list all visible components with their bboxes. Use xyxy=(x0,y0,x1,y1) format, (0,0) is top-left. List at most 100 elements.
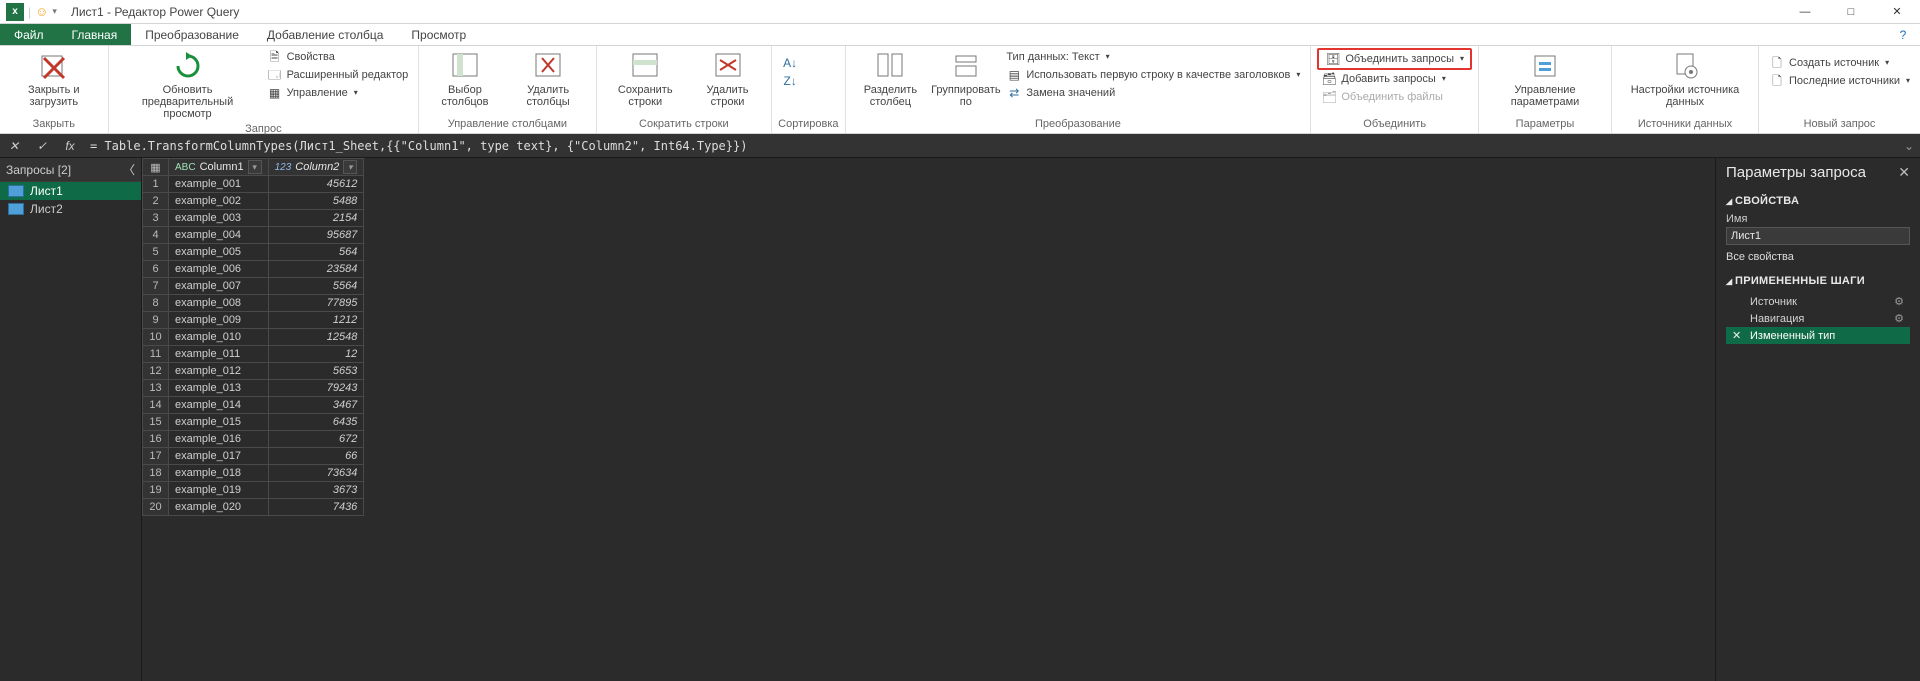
table-row[interactable]: 7example_0075564 xyxy=(143,278,364,295)
cell-c1[interactable]: example_015 xyxy=(169,414,269,431)
tab-file[interactable]: Файл xyxy=(0,24,58,45)
cell-c1[interactable]: example_009 xyxy=(169,312,269,329)
cell-c1[interactable]: example_003 xyxy=(169,210,269,227)
cell-c2[interactable]: 672 xyxy=(268,431,364,448)
table-row[interactable]: 8example_00877895 xyxy=(143,295,364,312)
tab-view[interactable]: Просмотр xyxy=(397,24,480,45)
formula-expand-button[interactable]: ⌄ xyxy=(1898,139,1920,153)
column-header-1[interactable]: ABCColumn1▾ xyxy=(169,159,269,176)
new-source-button[interactable]: 🗋Создать источник▾ xyxy=(1765,54,1914,72)
row-number[interactable]: 17 xyxy=(143,448,169,465)
cell-c1[interactable]: example_013 xyxy=(169,380,269,397)
cell-c1[interactable]: example_007 xyxy=(169,278,269,295)
row-number[interactable]: 13 xyxy=(143,380,169,397)
tab-transform[interactable]: Преобразование xyxy=(131,24,253,45)
merge-queries-button[interactable]: 🗄Объединить запросы▾ xyxy=(1321,50,1468,68)
table-row[interactable]: 10example_01012548 xyxy=(143,329,364,346)
row-number[interactable]: 4 xyxy=(143,227,169,244)
table-row[interactable]: 13example_01379243 xyxy=(143,380,364,397)
cell-c2[interactable]: 77895 xyxy=(268,295,364,312)
cell-c1[interactable]: example_001 xyxy=(169,176,269,193)
delete-step-icon[interactable]: ✕ xyxy=(1732,329,1744,342)
table-row[interactable]: 14example_0143467 xyxy=(143,397,364,414)
row-number[interactable]: 1 xyxy=(143,176,169,193)
formula-input[interactable]: = Table.TransformColumnTypes(Лист1_Sheet… xyxy=(84,139,1898,153)
table-row[interactable]: 19example_0193673 xyxy=(143,482,364,499)
cell-c2[interactable]: 66 xyxy=(268,448,364,465)
cell-c2[interactable]: 2154 xyxy=(268,210,364,227)
remove-rows-button[interactable]: Удалить строки xyxy=(690,48,765,110)
cell-c2[interactable]: 5564 xyxy=(268,278,364,295)
all-properties-link[interactable]: Все свойства xyxy=(1726,251,1910,263)
cell-c2[interactable]: 45612 xyxy=(268,176,364,193)
sort-asc-button[interactable]: A↓ xyxy=(778,54,802,72)
cell-c2[interactable]: 23584 xyxy=(268,261,364,278)
row-number[interactable]: 2 xyxy=(143,193,169,210)
row-number[interactable]: 10 xyxy=(143,329,169,346)
row-number[interactable]: 3 xyxy=(143,210,169,227)
recent-sources-button[interactable]: 🗋Последние источники▾ xyxy=(1765,72,1914,90)
manage-button[interactable]: ▦Управление▾ xyxy=(263,84,413,102)
cell-c2[interactable]: 12548 xyxy=(268,329,364,346)
cell-c1[interactable]: example_017 xyxy=(169,448,269,465)
cell-c1[interactable]: example_020 xyxy=(169,499,269,516)
manage-parameters-button[interactable]: Управление параметрами xyxy=(1485,48,1605,110)
table-row[interactable]: 6example_00623584 xyxy=(143,261,364,278)
cell-c1[interactable]: example_010 xyxy=(169,329,269,346)
replace-values-button[interactable]: ⇄Замена значений xyxy=(1002,84,1304,102)
maximize-button[interactable]: □ xyxy=(1828,0,1874,23)
qat-dropdown-icon[interactable]: ▾ xyxy=(52,6,57,17)
cell-c1[interactable]: example_005 xyxy=(169,244,269,261)
use-first-row-button[interactable]: ▤Использовать первую строку в качестве з… xyxy=(1002,66,1304,84)
row-number[interactable]: 14 xyxy=(143,397,169,414)
row-number[interactable]: 20 xyxy=(143,499,169,516)
col2-filter-icon[interactable]: ▾ xyxy=(343,160,357,174)
applied-steps-header[interactable]: ПРИМЕНЕННЫЕ ШАГИ xyxy=(1726,271,1910,291)
cell-c1[interactable]: example_014 xyxy=(169,397,269,414)
table-row[interactable]: 1example_00145612 xyxy=(143,176,364,193)
sort-desc-button[interactable]: Z↓ xyxy=(778,72,802,90)
row-number[interactable]: 15 xyxy=(143,414,169,431)
cell-c2[interactable]: 7436 xyxy=(268,499,364,516)
row-number[interactable]: 6 xyxy=(143,261,169,278)
gear-icon[interactable]: ⚙ xyxy=(1894,295,1904,308)
smiley-icon[interactable]: ☺ xyxy=(35,4,48,19)
cell-c2[interactable]: 5488 xyxy=(268,193,364,210)
row-number[interactable]: 8 xyxy=(143,295,169,312)
applied-step[interactable]: ✕Измененный тип xyxy=(1726,327,1910,344)
table-row[interactable]: 11example_01112 xyxy=(143,346,364,363)
properties-section-header[interactable]: СВОЙСТВА xyxy=(1726,191,1910,211)
table-row[interactable]: 20example_0207436 xyxy=(143,499,364,516)
accept-formula-button[interactable]: ✓ xyxy=(28,139,56,153)
properties-button[interactable]: 🗎Свойства xyxy=(263,48,413,66)
table-row[interactable]: 9example_0091212 xyxy=(143,312,364,329)
cell-c1[interactable]: example_016 xyxy=(169,431,269,448)
panel-close-button[interactable]: ✕ xyxy=(1898,164,1910,181)
column-header-2[interactable]: 123Column2▾ xyxy=(268,159,364,176)
query-item[interactable]: Лист1 xyxy=(0,182,141,200)
split-column-button[interactable]: Разделить столбец xyxy=(852,48,930,110)
help-button[interactable]: ? xyxy=(1886,24,1920,45)
cell-c1[interactable]: example_002 xyxy=(169,193,269,210)
row-number[interactable]: 16 xyxy=(143,431,169,448)
row-number[interactable]: 7 xyxy=(143,278,169,295)
row-number[interactable]: 19 xyxy=(143,482,169,499)
table-row[interactable]: 12example_0125653 xyxy=(143,363,364,380)
cell-c1[interactable]: example_011 xyxy=(169,346,269,363)
applied-step[interactable]: Навигация⚙ xyxy=(1726,310,1910,327)
cell-c2[interactable]: 6435 xyxy=(268,414,364,431)
cell-c1[interactable]: example_004 xyxy=(169,227,269,244)
row-number[interactable]: 11 xyxy=(143,346,169,363)
cell-c1[interactable]: example_008 xyxy=(169,295,269,312)
query-item[interactable]: Лист2 xyxy=(0,200,141,218)
data-source-settings-button[interactable]: Настройки источника данных xyxy=(1618,48,1752,110)
tab-home[interactable]: Главная xyxy=(58,24,132,45)
table-row[interactable]: 15example_0156435 xyxy=(143,414,364,431)
refresh-preview-button[interactable]: Обновить предварительный просмотр xyxy=(115,48,261,122)
table-row[interactable]: 4example_00495687 xyxy=(143,227,364,244)
table-row[interactable]: 18example_01873634 xyxy=(143,465,364,482)
table-row[interactable]: 17example_01766 xyxy=(143,448,364,465)
cell-c2[interactable]: 79243 xyxy=(268,380,364,397)
col1-filter-icon[interactable]: ▾ xyxy=(248,160,262,174)
row-number[interactable]: 12 xyxy=(143,363,169,380)
